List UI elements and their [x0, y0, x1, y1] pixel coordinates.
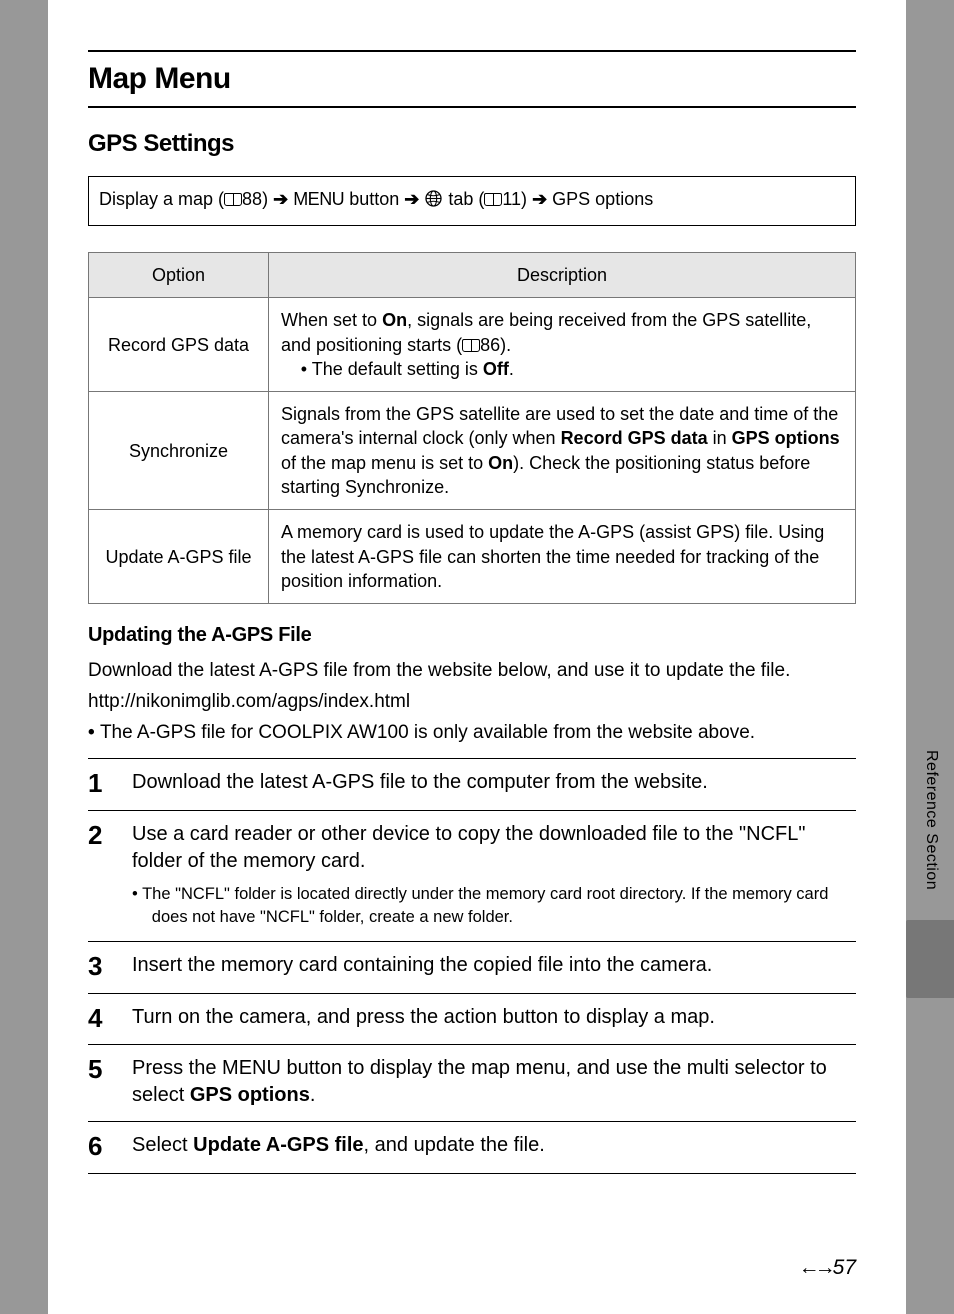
- bullet-item: • The default setting is Off.: [281, 359, 514, 379]
- option-name: Update A-GPS file: [89, 510, 269, 604]
- arrow-icon: ➔: [273, 189, 288, 209]
- step-sub-list: The "NCFL" folder is located directly un…: [132, 883, 856, 929]
- text: .: [509, 359, 514, 379]
- column-header-description: Description: [269, 253, 856, 298]
- bullet-item: The A-GPS file for COOLPIX AW100 is only…: [88, 719, 856, 747]
- nav-ref: 88): [242, 189, 273, 209]
- option-description: When set to On, signals are being receiv…: [269, 298, 856, 392]
- step-text: Turn on the camera, and press the action…: [132, 1004, 856, 1031]
- menu-button-label: MENU: [293, 189, 344, 209]
- reference-section-icon: ←→: [799, 1256, 831, 1279]
- text: Select: [132, 1134, 193, 1156]
- step-item: 4 Turn on the camera, and press the acti…: [88, 993, 856, 1045]
- url-text: http://nikonimglib.com/agps/index.html: [88, 691, 856, 713]
- step-text: Insert the memory card containing the co…: [132, 952, 856, 979]
- arrow-icon: ➔: [532, 189, 547, 209]
- book-icon: [462, 339, 480, 352]
- option-name: Synchronize: [89, 392, 269, 510]
- step-text: Use a card reader or other device to cop…: [132, 821, 856, 875]
- bullet-list: The A-GPS file for COOLPIX AW100 is only…: [88, 719, 856, 747]
- book-icon: [224, 193, 242, 206]
- text-bold: GPS options: [732, 428, 840, 448]
- step-number: 1: [88, 769, 114, 798]
- text: Press the: [132, 1057, 222, 1079]
- step-text: Download the latest A-GPS file to the co…: [132, 769, 856, 796]
- text: of the map menu is set to: [281, 453, 488, 473]
- text-bold: On: [488, 453, 513, 473]
- rule-line: [88, 106, 856, 108]
- text: , and update the file.: [364, 1134, 545, 1156]
- rule-line: [88, 50, 856, 52]
- book-icon: [484, 193, 502, 206]
- side-section-label: Reference Section: [922, 750, 940, 890]
- section-heading: GPS Settings: [88, 130, 856, 158]
- text: 86).: [480, 335, 511, 355]
- step-number: 4: [88, 1004, 114, 1033]
- arrow-icon: ➔: [404, 189, 419, 209]
- text-bold: On: [382, 310, 407, 330]
- column-header-option: Option: [89, 253, 269, 298]
- manual-page: Map Menu GPS Settings Display a map ( 88)…: [48, 0, 906, 1314]
- text-bold: Off: [483, 359, 509, 379]
- steps-list: 1 Download the latest A-GPS file to the …: [88, 758, 856, 1174]
- nav-text: Display a map (: [99, 189, 224, 209]
- step-text: Select Update A-GPS file, and update the…: [132, 1132, 856, 1159]
- text-bold: Record GPS data: [561, 428, 708, 448]
- paragraph: Download the latest A-GPS file from the …: [88, 657, 856, 685]
- step-item: 2 Use a card reader or other device to c…: [88, 810, 856, 941]
- nav-text: GPS options: [547, 189, 653, 209]
- step-item: 1 Download the latest A-GPS file to the …: [88, 758, 856, 810]
- page-title: Map Menu: [88, 62, 856, 96]
- nav-text: tab (: [443, 189, 484, 209]
- option-name: Record GPS data: [89, 298, 269, 392]
- page-number: ←→57: [799, 1256, 856, 1280]
- menu-button-label: MENU: [222, 1057, 281, 1079]
- text: When set to: [281, 310, 382, 330]
- step-sub-item: The "NCFL" folder is located directly un…: [132, 883, 856, 929]
- nav-ref: 11): [502, 189, 532, 209]
- side-thumb-tab: [906, 920, 954, 998]
- table-row: Synchronize Signals from the GPS satelli…: [89, 392, 856, 510]
- nav-text: button: [344, 189, 404, 209]
- step-text: Press the MENU button to display the map…: [132, 1055, 856, 1109]
- option-description: A memory card is used to update the A-GP…: [269, 510, 856, 604]
- text-bold: Update A-GPS file: [193, 1134, 363, 1156]
- step-number: 2: [88, 821, 114, 929]
- page-number-value: 57: [833, 1256, 856, 1279]
- step-item: 3 Insert the memory card containing the …: [88, 941, 856, 993]
- subsection-heading: Updating the A-GPS File: [88, 624, 856, 647]
- text-bold: GPS options: [190, 1084, 310, 1106]
- text: • The default setting is: [301, 359, 483, 379]
- step-number: 6: [88, 1132, 114, 1161]
- option-description: Signals from the GPS satellite are used …: [269, 392, 856, 510]
- text: in: [708, 428, 732, 448]
- table-row: Record GPS data When set to On, signals …: [89, 298, 856, 392]
- navigation-path-box: Display a map ( 88) ➔ MENU button ➔ tab (…: [88, 176, 856, 226]
- step-number: 5: [88, 1055, 114, 1109]
- text: .: [310, 1084, 316, 1106]
- options-table: Option Description Record GPS data When …: [88, 252, 856, 604]
- step-item: 5 Press the MENU button to display the m…: [88, 1044, 856, 1121]
- step-item: 6 Select Update A-GPS file, and update t…: [88, 1121, 856, 1174]
- gps-tab-icon: [424, 189, 443, 213]
- step-number: 3: [88, 952, 114, 981]
- table-row: Update A-GPS file A memory card is used …: [89, 510, 856, 604]
